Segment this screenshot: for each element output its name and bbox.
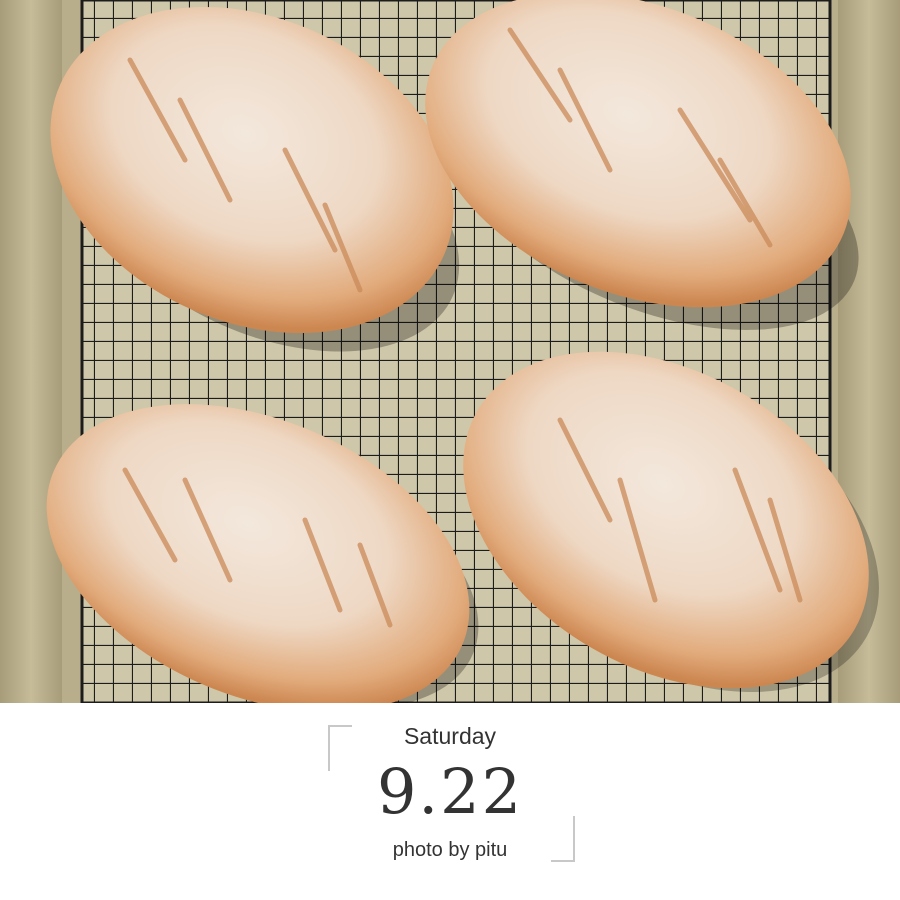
bread-photo: [0, 0, 900, 703]
frame-corner-bottom-right: [551, 816, 575, 862]
date-caption: Saturday 9.22 photo by pitu: [0, 703, 900, 900]
photo-credit: photo by pitu: [392, 839, 508, 861]
bread-photo-illustration: [0, 0, 900, 703]
weekday-label: Saturday: [403, 723, 497, 749]
